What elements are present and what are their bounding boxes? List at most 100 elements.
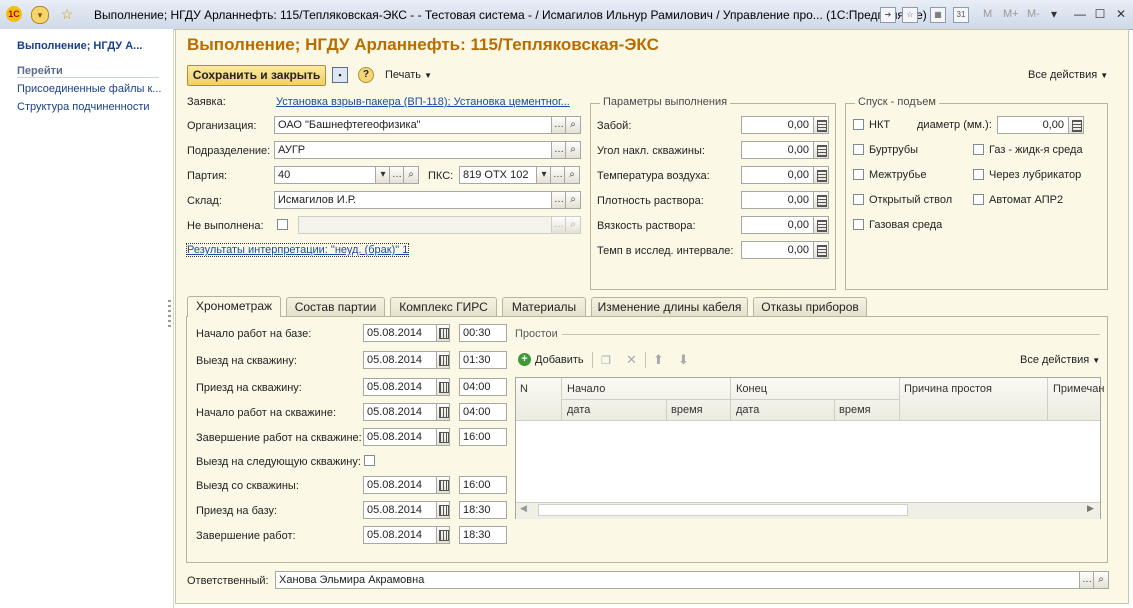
favorite-star-icon[interactable]: ☆ <box>59 6 75 22</box>
chrono-calendar-icon-8[interactable] <box>436 526 450 544</box>
scroll-left-icon[interactable]: ◀ <box>520 503 527 514</box>
more-icon[interactable]: ▾ <box>1046 6 1062 22</box>
chrono-date-field-7[interactable]: 05.08.2014 <box>363 501 437 519</box>
chrono-calendar-icon-4[interactable] <box>436 428 450 446</box>
param-field-2[interactable]: 0,00 <box>741 166 814 184</box>
param-calculator-icon-4[interactable] <box>813 216 829 234</box>
mem-mminus-button[interactable]: M- <box>1027 8 1040 20</box>
nav-current-form[interactable]: Выполнение; НГДУ А... <box>17 40 142 52</box>
forward-icon[interactable]: ➔ <box>880 7 896 23</box>
lubricator-checkbox[interactable] <box>973 169 984 180</box>
minimize-icon[interactable]: — <box>1072 6 1088 22</box>
nkt-checkbox[interactable] <box>853 119 864 130</box>
move-up-icon[interactable]: ⬆ <box>653 352 664 368</box>
delete-icon[interactable]: ✕ <box>626 352 637 368</box>
tab-chronometry[interactable]: Хронометраж <box>187 296 281 317</box>
app-logo-icon[interactable]: 1С <box>6 6 22 22</box>
chrono-time-field-4[interactable]: 16:00 <box>459 428 507 446</box>
param-calculator-icon-2[interactable] <box>813 166 829 184</box>
warehouse-search-icon[interactable]: ⌕ <box>565 191 581 209</box>
save-and-close-button[interactable]: Сохранить и закрыть <box>187 65 326 86</box>
chrono-date-field-4[interactable]: 05.08.2014 <box>363 428 437 446</box>
col-end[interactable]: Конец <box>736 383 767 395</box>
division-field[interactable]: АУГР <box>274 141 552 159</box>
param-field-4[interactable]: 0,00 <box>741 216 814 234</box>
param-field-1[interactable]: 0,00 <box>741 141 814 159</box>
burtruby-checkbox[interactable] <box>853 144 864 155</box>
chrono-time-field-0[interactable]: 00:30 <box>459 324 507 342</box>
pks-field[interactable]: 819 ОТХ 102 <box>459 166 537 184</box>
splitter-handle[interactable] <box>168 300 171 330</box>
apr2-checkbox[interactable] <box>973 194 984 205</box>
param-field-5[interactable]: 0,00 <box>741 241 814 259</box>
copy-icon[interactable]: ❐ <box>601 354 613 367</box>
tab-girs-complex[interactable]: Комплекс ГИРС <box>390 297 497 316</box>
warehouse-field[interactable]: Исмагилов И.Р. <box>274 191 552 209</box>
interpretation-results-link[interactable]: Результаты интерпретации: "неуд. (брак)"… <box>185 243 410 257</box>
chrono-time-field-6[interactable]: 16:00 <box>459 476 507 494</box>
param-field-0[interactable]: 0,00 <box>741 116 814 134</box>
col-n[interactable]: N <box>520 383 528 395</box>
party-search-icon[interactable]: ⌕ <box>403 166 419 184</box>
help-icon[interactable]: ? <box>358 67 374 83</box>
not-done-checkbox[interactable] <box>277 219 288 230</box>
chrono-date-field-8[interactable]: 05.08.2014 <box>363 526 437 544</box>
move-down-icon[interactable]: ⬇ <box>678 352 689 368</box>
diameter-calculator-icon[interactable] <box>1068 116 1084 134</box>
chrono-calendar-icon-3[interactable] <box>436 403 450 421</box>
col-start-time[interactable]: время <box>671 404 703 416</box>
organization-search-icon[interactable]: ⌕ <box>565 116 581 134</box>
menu-dropdown-icon[interactable]: ▾ <box>31 6 49 24</box>
pks-search-icon[interactable]: ⌕ <box>564 166 580 184</box>
scroll-thumb[interactable] <box>538 504 908 516</box>
gas-liquid-checkbox[interactable] <box>973 144 984 155</box>
organization-field[interactable]: ОАО "Башнефтегеофизика" <box>274 116 552 134</box>
responsible-search-icon[interactable]: ⌕ <box>1093 571 1109 589</box>
chrono-calendar-icon-7[interactable] <box>436 501 450 519</box>
close-icon[interactable]: ✕ <box>1113 6 1129 22</box>
param-field-3[interactable]: 0,00 <box>741 191 814 209</box>
mem-m-button[interactable]: M <box>983 8 992 20</box>
party-field[interactable]: 40 <box>274 166 376 184</box>
chrono-date-field-0[interactable]: 05.08.2014 <box>363 324 437 342</box>
tab-device-failures[interactable]: Отказы приборов <box>753 297 867 316</box>
scroll-right-icon[interactable]: ▶ <box>1087 503 1094 514</box>
calendar-icon[interactable]: 31 <box>953 7 969 23</box>
nav-item-attached-files[interactable]: Присоединенные файлы к... <box>17 83 161 95</box>
chrono-calendar-icon-0[interactable] <box>436 324 450 342</box>
param-calculator-icon-1[interactable] <box>813 141 829 159</box>
tab-party-composition[interactable]: Состав партии <box>286 297 385 316</box>
add-button[interactable]: Добавить <box>535 354 584 366</box>
col-reason[interactable]: Причина простоя <box>904 383 992 395</box>
chrono-time-field-7[interactable]: 18:30 <box>459 501 507 519</box>
print-menu-button[interactable]: Печать ▼ <box>385 69 432 81</box>
maximize-icon[interactable]: ☐ <box>1092 6 1108 22</box>
nav-item-structure[interactable]: Структура подчиненности <box>17 101 150 113</box>
col-end-date[interactable]: дата <box>736 404 759 416</box>
col-note[interactable]: Примечан <box>1053 383 1104 395</box>
calculator-icon[interactable]: ▦ <box>930 7 946 23</box>
chrono-time-field-1[interactable]: 01:30 <box>459 351 507 369</box>
tab-materials[interactable]: Материалы <box>502 297 586 316</box>
downtime-all-actions-button[interactable]: Все действия ▼ <box>1020 354 1100 366</box>
chrono-calendar-icon-1[interactable] <box>436 351 450 369</box>
open-hole-checkbox[interactable] <box>853 194 864 205</box>
chrono-date-field-6[interactable]: 05.08.2014 <box>363 476 437 494</box>
chrono-time-field-3[interactable]: 04:00 <box>459 403 507 421</box>
col-start[interactable]: Начало <box>567 383 605 395</box>
chrono-date-field-1[interactable]: 05.08.2014 <box>363 351 437 369</box>
responsible-field[interactable]: Ханова Эльмира Акрамовна <box>275 571 1080 589</box>
col-end-time[interactable]: время <box>839 404 871 416</box>
tab-cable-length[interactable]: Изменение длины кабеля <box>591 297 748 316</box>
all-actions-button[interactable]: Все действия ▼ <box>1028 69 1108 81</box>
mezhtrube-checkbox[interactable] <box>853 169 864 180</box>
mem-mplus-button[interactable]: M+ <box>1003 8 1019 20</box>
param-calculator-icon-3[interactable] <box>813 191 829 209</box>
col-start-date[interactable]: дата <box>567 404 590 416</box>
chrono-time-field-2[interactable]: 04:00 <box>459 378 507 396</box>
param-calculator-icon-0[interactable] <box>813 116 829 134</box>
gas-medium-checkbox[interactable] <box>853 219 864 230</box>
save-icon[interactable]: ▪ <box>332 67 348 83</box>
request-link[interactable]: Установка взрыв-пакера (ВП-118); Установ… <box>276 96 570 108</box>
chrono-time-field-8[interactable]: 18:30 <box>459 526 507 544</box>
